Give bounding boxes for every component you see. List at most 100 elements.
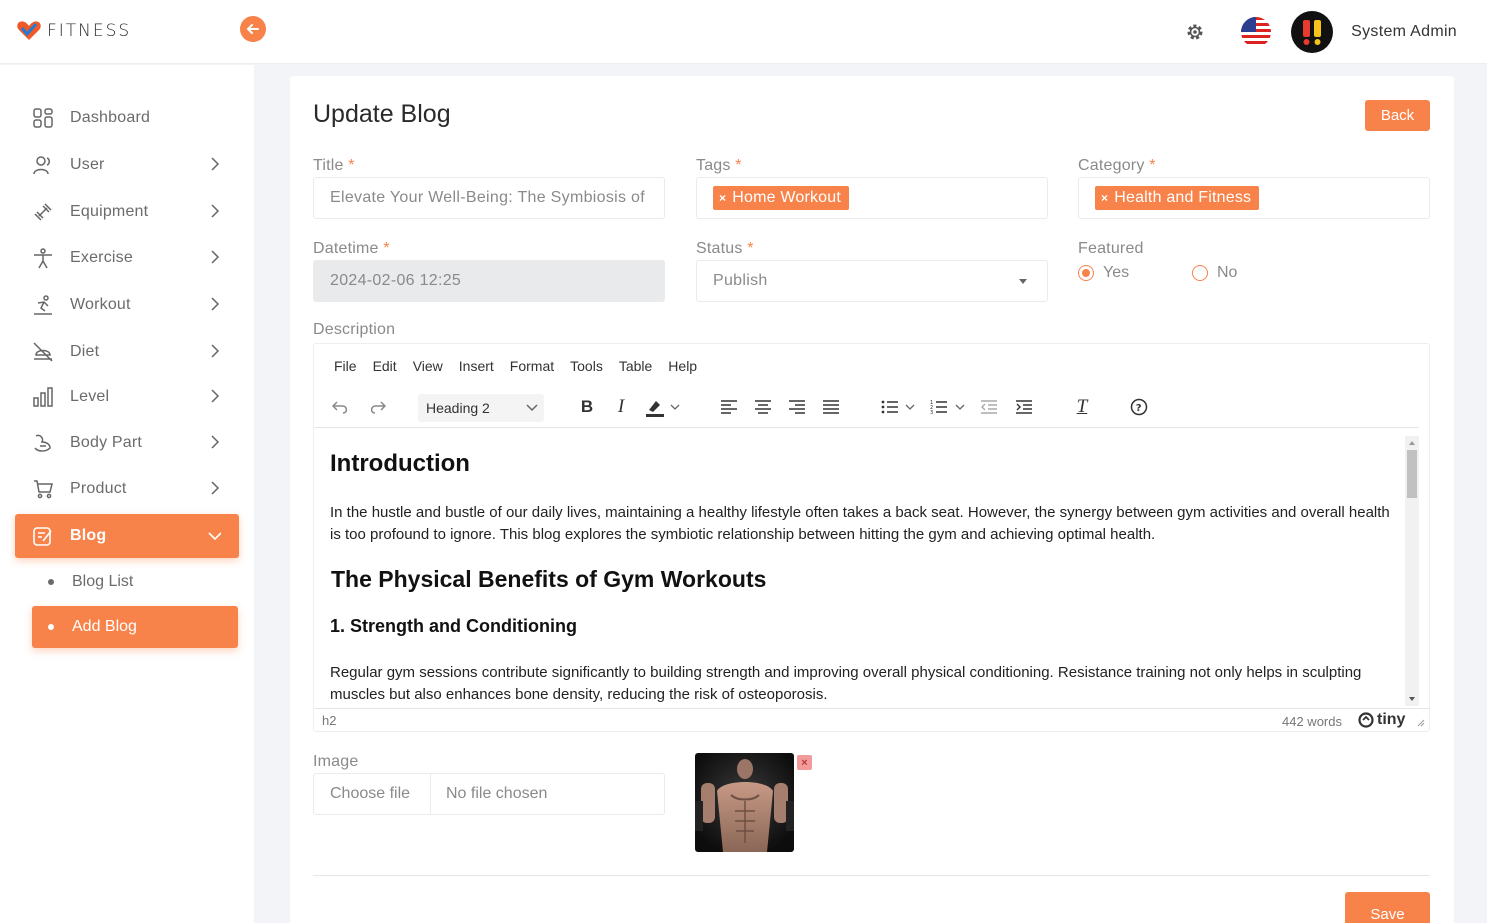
resize-handle-icon[interactable] xyxy=(1417,719,1425,727)
title-label: Title * xyxy=(313,157,355,174)
bullet-list-icon[interactable] xyxy=(879,396,901,418)
menu-table[interactable]: Table xyxy=(619,358,652,374)
word-count[interactable]: 442 words xyxy=(1282,714,1342,729)
featured-yes-radio[interactable]: Yes xyxy=(1078,264,1129,282)
rich-text-editor: File Edit View Insert Format Tools Table… xyxy=(313,343,1430,732)
cart-icon xyxy=(31,477,55,501)
tags-input[interactable]: × Home Workout xyxy=(696,177,1048,219)
highlight-icon[interactable] xyxy=(644,396,666,418)
align-left-icon[interactable] xyxy=(718,396,740,418)
status-select[interactable]: Publish xyxy=(696,260,1048,302)
sidebar-item-user[interactable]: User xyxy=(15,143,239,187)
top-bar: FITNESS System Admin xyxy=(0,0,1487,64)
menu-tools[interactable]: Tools xyxy=(570,358,603,374)
save-button[interactable]: Save xyxy=(1345,892,1430,923)
chevron-down-icon[interactable] xyxy=(953,396,967,418)
sidebar-item-dashboard[interactable]: Dashboard xyxy=(15,96,239,140)
tiny-logo[interactable]: tiny xyxy=(1358,711,1405,729)
sidebar-subitem-add-blog[interactable]: Add Blog xyxy=(32,606,238,648)
undo-icon[interactable] xyxy=(330,396,352,418)
remove-category-icon[interactable]: × xyxy=(1101,191,1108,205)
sidebar-item-label: Exercise xyxy=(70,249,133,266)
italic-icon[interactable]: I xyxy=(610,396,632,418)
indent-icon[interactable] xyxy=(1013,396,1035,418)
blog-image-preview xyxy=(695,753,794,852)
chevron-right-icon xyxy=(211,157,220,171)
sidebar-item-label: Diet xyxy=(70,343,100,360)
content-heading-strength: 1. Strength and Conditioning xyxy=(330,616,577,636)
user-name[interactable]: System Admin xyxy=(1351,23,1457,41)
redo-icon[interactable] xyxy=(366,396,388,418)
sidebar: Dashboard User Equipment Exercise Workou… xyxy=(0,65,254,923)
level-icon xyxy=(31,385,55,409)
clear-format-icon[interactable]: T xyxy=(1071,396,1093,418)
remove-tag-icon[interactable]: × xyxy=(719,191,726,205)
editor-scrollbar[interactable] xyxy=(1405,436,1419,706)
choose-file-button[interactable]: Choose file xyxy=(314,774,431,814)
sidebar-item-label: Blog xyxy=(70,527,107,544)
datetime-input[interactable]: 2024-02-06 12:25 xyxy=(313,260,665,302)
category-chip[interactable]: × Health and Fitness xyxy=(1095,186,1260,210)
us-flag-icon[interactable] xyxy=(1241,17,1272,47)
align-right-icon[interactable] xyxy=(786,396,808,418)
sidebar-subitem-label: Add Blog xyxy=(72,618,137,635)
exercise-icon xyxy=(31,246,55,270)
chevron-right-icon xyxy=(211,481,220,495)
chevron-down-icon[interactable] xyxy=(903,396,917,418)
heart-logo-icon xyxy=(17,21,41,40)
category-input[interactable]: × Health and Fitness xyxy=(1078,177,1430,219)
scrollbar-thumb[interactable] xyxy=(1407,450,1417,498)
block-format-select[interactable]: Heading 2 xyxy=(418,394,544,422)
tag-chip[interactable]: × Home Workout xyxy=(713,186,850,210)
align-center-icon[interactable] xyxy=(752,396,774,418)
chevron-right-icon xyxy=(211,250,220,264)
image-file-input[interactable]: Choose file No file chosen xyxy=(313,773,665,815)
remove-image-icon[interactable]: × xyxy=(797,755,812,770)
gear-icon[interactable] xyxy=(1185,22,1205,42)
menu-view[interactable]: View xyxy=(413,358,443,374)
editor-content[interactable]: Introduction In the hustle and bustle of… xyxy=(314,430,1410,708)
menu-format[interactable]: Format xyxy=(510,358,554,374)
content-heading-physical-benefits: The Physical Benefits of Gym Workouts xyxy=(331,566,767,592)
sidebar-item-label: Equipment xyxy=(70,203,149,220)
align-justify-icon[interactable] xyxy=(820,396,842,418)
sidebar-item-equipment[interactable]: Equipment xyxy=(15,190,239,234)
sidebar-item-label: Dashboard xyxy=(70,109,151,126)
sidebar-item-label: Level xyxy=(70,388,110,405)
sidebar-item-level[interactable]: Level xyxy=(15,375,239,419)
sidebar-item-diet[interactable]: Diet xyxy=(15,330,239,374)
title-input[interactable]: Elevate Your Well-Being: The Symbiosis o… xyxy=(313,177,665,219)
chevron-right-icon xyxy=(211,389,220,403)
tags-label: Tags * xyxy=(696,157,742,174)
help-icon[interactable]: ? xyxy=(1128,396,1150,418)
caret-down-icon xyxy=(1019,279,1027,284)
sidebar-item-label: User xyxy=(70,156,105,173)
avatar[interactable] xyxy=(1291,11,1334,53)
sidebar-subitem-blog-list[interactable]: Blog List xyxy=(32,561,238,603)
chevron-down-icon xyxy=(208,532,221,541)
sidebar-item-product[interactable]: Product xyxy=(15,467,239,511)
sidebar-item-body-part[interactable]: Body Part xyxy=(15,421,239,465)
back-button[interactable]: Back xyxy=(1365,100,1430,131)
form-divider xyxy=(313,875,1430,876)
menu-edit[interactable]: Edit xyxy=(373,358,397,374)
menu-file[interactable]: File xyxy=(334,358,357,374)
menu-insert[interactable]: Insert xyxy=(459,358,494,374)
sidebar-toggle-button[interactable] xyxy=(240,16,266,42)
sidebar-item-exercise[interactable]: Exercise xyxy=(15,236,239,280)
logo[interactable]: FITNESS xyxy=(16,20,131,42)
menu-help[interactable]: Help xyxy=(668,358,697,374)
featured-no-radio[interactable]: No xyxy=(1192,264,1237,282)
scroll-up-icon[interactable] xyxy=(1405,438,1419,448)
element-path[interactable]: h2 xyxy=(322,713,336,728)
body-part-icon xyxy=(31,431,55,455)
sidebar-item-workout[interactable]: Workout xyxy=(15,283,239,327)
sidebar-item-blog[interactable]: Blog xyxy=(15,514,239,558)
form-card: Update Blog Back Title * Elevate Your We… xyxy=(290,76,1454,923)
numbered-list-icon[interactable]: 123 xyxy=(928,396,950,418)
chevron-down-icon[interactable] xyxy=(668,396,682,418)
content-heading-introduction: Introduction xyxy=(330,450,470,477)
bold-icon[interactable]: B xyxy=(576,396,598,418)
outdent-icon[interactable] xyxy=(978,396,1000,418)
scroll-down-icon[interactable] xyxy=(1405,694,1419,704)
